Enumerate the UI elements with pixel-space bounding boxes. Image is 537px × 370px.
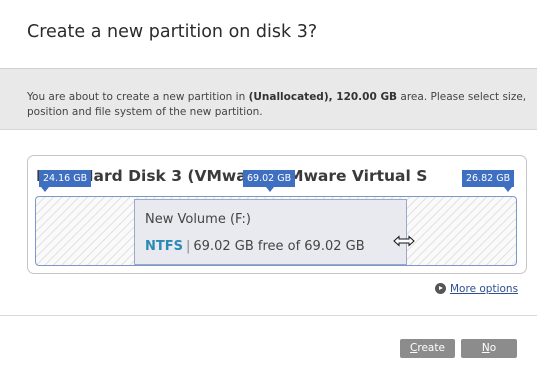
volume-free-text: 69.02 GB free of 69.02 GB [193, 239, 365, 254]
no-button[interactable]: No [461, 339, 517, 358]
resize-horizontal-cursor-icon [393, 235, 415, 247]
more-options-link[interactable]: More options [435, 283, 518, 299]
more-options-label: More options [450, 283, 519, 295]
create-button-rest: reate [417, 342, 445, 354]
tag-pointer-icon [266, 187, 274, 192]
tag-pointer-icon [504, 187, 513, 192]
info-band: You are about to create a new partition … [0, 68, 537, 130]
dialog-title: Create a new partition on disk 3? [27, 22, 318, 42]
volume-separator: | [186, 239, 191, 254]
no-button-accel: N [481, 342, 490, 354]
info-prefix: You are about to create a new partition … [27, 91, 249, 103]
size-tag-before: 24.16 GB [39, 170, 92, 192]
footer-divider [0, 315, 537, 316]
volume-name: New Volume (F:) [145, 212, 251, 227]
size-tag-after-label: 26.82 GB [466, 173, 511, 184]
volume-info: NTFS | 69.02 GB free of 69.02 GB [145, 239, 365, 254]
circle-arrow-right-icon [435, 283, 446, 294]
tag-pointer-icon [41, 187, 49, 192]
no-button-rest: o [489, 342, 497, 354]
filesystem-label: NTFS [145, 239, 183, 254]
create-partition-dialog: Create a new partition on disk 3? You ar… [0, 0, 537, 370]
size-tag-after: 26.82 GB [462, 170, 515, 192]
new-partition-block[interactable]: New Volume (F:) NTFS | 69.02 GB free of 69… [134, 199, 407, 265]
create-button[interactable]: Create [400, 339, 455, 358]
info-text: You are about to create a new partition … [27, 90, 527, 120]
info-bold: (Unallocated), 120.00 GB [248, 91, 398, 103]
size-tag-before-label: 24.16 GB [43, 173, 88, 184]
size-tag-partition-label: 69.02 GB [247, 173, 292, 184]
size-tag-partition: 69.02 GB [243, 170, 296, 192]
